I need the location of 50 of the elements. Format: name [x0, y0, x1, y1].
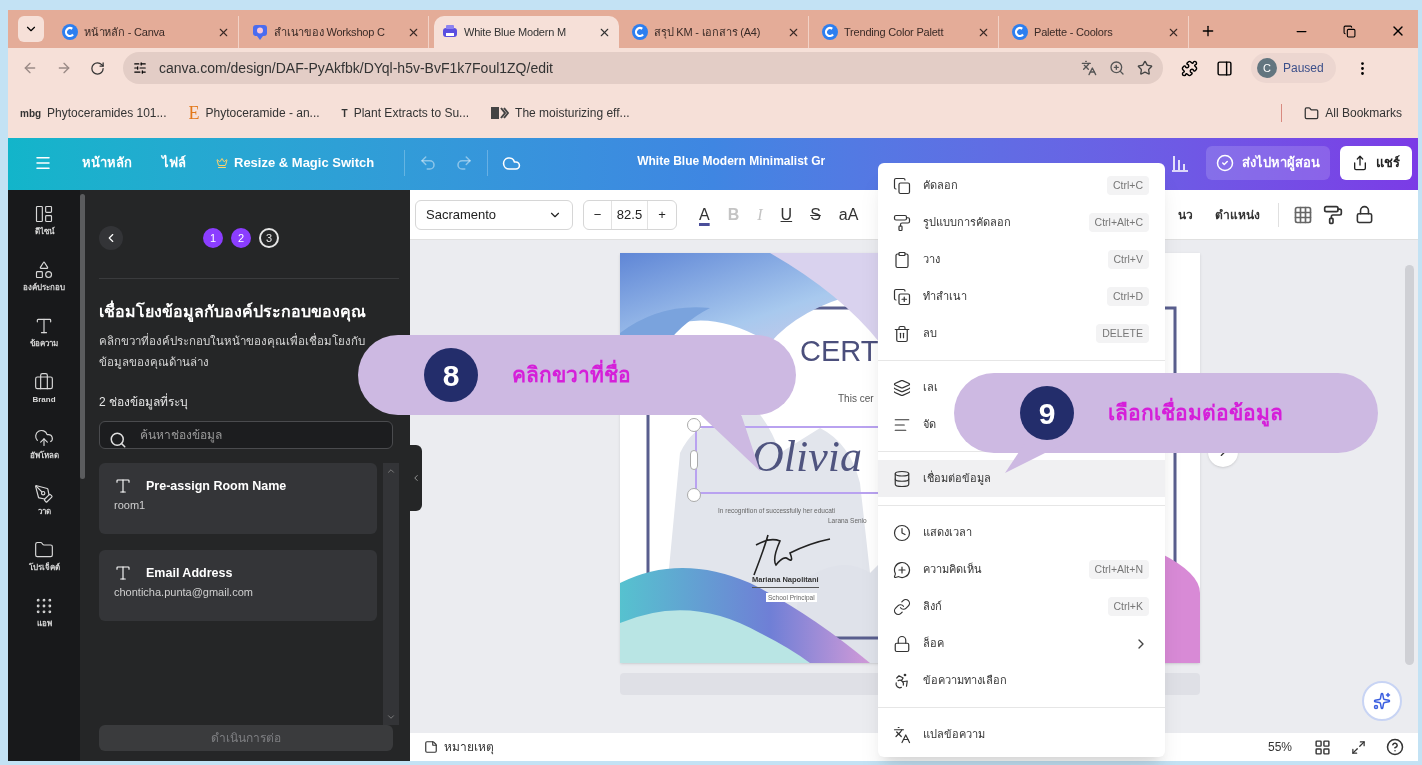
tab-title: Palette - Coolors [1034, 24, 1114, 40]
menu-item-label: เลเ [923, 380, 939, 396]
menu-item-label: ลบ [923, 326, 938, 342]
menu-item-label: ข้อความทางเลือก [923, 673, 1008, 689]
field-name: Email Address [146, 564, 233, 582]
menu-item-label: แปลข้อความ [923, 727, 986, 743]
tab-title: สรุป KM - เอกสาร (A4) [654, 24, 762, 41]
shortcut-hint: Ctrl+Alt+C [1088, 212, 1149, 233]
shortcut-hint: Ctrl+C [1106, 175, 1149, 196]
menu-item-label: คัดลอก [923, 178, 959, 194]
step-indicator: 2 [231, 228, 251, 248]
certificate-subtitle: This cer [838, 393, 874, 405]
recipient-name: Olivia [752, 431, 862, 483]
menu-item-label: แสดงเวลา [923, 525, 973, 541]
shortcut-hint: Ctrl+Alt+N [1088, 559, 1149, 580]
step-indicator: 1 [203, 228, 223, 248]
shortcut-hint: DELETE [1096, 323, 1149, 344]
menu-item-label: เชื่อมต่อข้อมูล [923, 470, 992, 487]
step-number-badge: 9 [1020, 386, 1074, 440]
step-indicator: 3 [259, 228, 279, 248]
bookmark-favicon: T [341, 106, 348, 121]
callout-text: คลิกขวาที่ชื่อ [512, 359, 631, 391]
shortcut-hint: Ctrl+K [1107, 596, 1149, 617]
shortcut-hint: Ctrl+D [1106, 286, 1149, 307]
bookmark-favicon: mbg [20, 106, 42, 121]
tab-title: หน้าหลัก - Canva [84, 24, 166, 40]
field-value: chonticha.punta@gmail.com [114, 585, 254, 601]
field-value: room1 [114, 498, 147, 514]
panel-title: เชื่อมโยงข้อมูลกับองค์ประกอบของคุณ [99, 301, 399, 323]
certificate-heading: CERT [800, 334, 879, 369]
menu-item-label: ล็อค [923, 635, 945, 652]
callout-text: เลือกเชื่อมต่อข้อมูล [1108, 397, 1283, 429]
profile-avatar: C [1257, 58, 1277, 78]
tab-title: สำเนาของ Workshop C [274, 24, 386, 40]
field-name: Pre-assign Room Name [146, 477, 287, 495]
menu-item-label: รูปแบบการคัดลอก [923, 215, 1012, 231]
menu-item-label: จัด [923, 417, 937, 433]
menu-item-label: ลิงก์ [923, 599, 943, 615]
panel-description: คลิกขวาที่องค์ประกอบในหน้าของคุณเพื่อเชื่อมโยงกับข้อมูลของคุณด้านล่าง [99, 332, 366, 371]
tab-title: White Blue Modern M [464, 24, 567, 40]
step-number-badge: 8 [424, 348, 478, 402]
url-text: canva.com/design/DAF-PyAkfbk/DYql-h5v-BvF1k7Foul1ZQ/edit [159, 58, 554, 78]
menu-item-label: ความคิดเห็น [923, 561, 983, 578]
menu-item-label: ทำสำเนา [923, 289, 968, 305]
field-count: 2 ช่องข้อมูลที่ระบุ [99, 393, 189, 411]
bookmark-favicon: E [188, 101, 200, 125]
tab-title: Trending Color Palett [844, 24, 945, 40]
shortcut-hint: Ctrl+V [1107, 249, 1149, 270]
profile-status: Paused [1283, 60, 1324, 77]
menu-item-label: วาง [923, 252, 941, 268]
